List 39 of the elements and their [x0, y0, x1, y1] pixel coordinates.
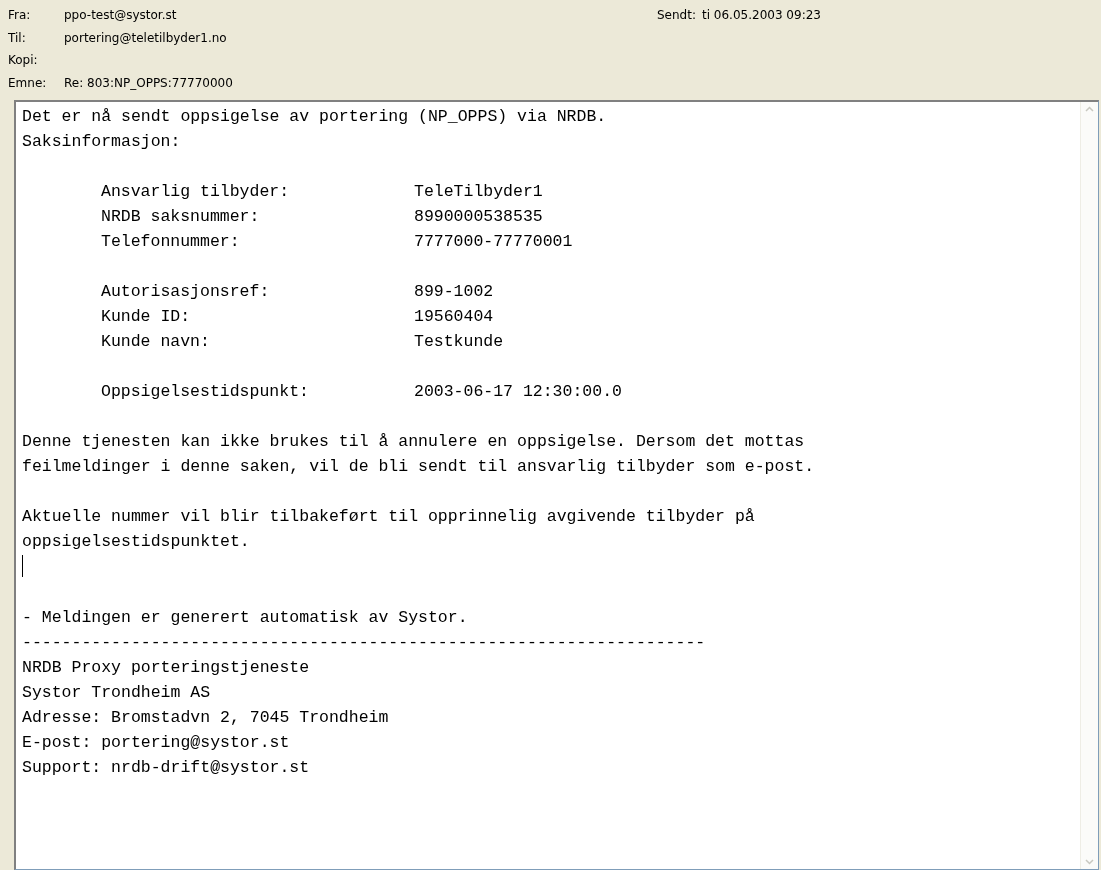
header-label: Emne: [8, 75, 48, 90]
header-label: Fra: [8, 8, 32, 23]
text-cursor [22, 555, 23, 577]
field-label: Kunde navn: [101, 331, 211, 353]
header-value: Re: 803:NP_OPPS:77770000 [64, 75, 233, 90]
signature-line: Adresse: Bromstadvn 2, 7045 Trondheim [22, 708, 389, 727]
header-value: portering@teletilbyder1.no [64, 30, 227, 45]
field-value: 19560404 [414, 306, 494, 328]
signature-line: E-post: portering@systor.st [22, 733, 290, 752]
signature-line: Support: nrdb-drift@systor.st [22, 758, 310, 777]
field-label: Oppsigelsestidspunkt: [101, 381, 310, 403]
header-value: ppo-test@systor.st [64, 8, 177, 23]
field-label: NRDB saksnummer: [101, 206, 261, 228]
separator-line: --------------------------------------------------------------------- [22, 633, 706, 652]
header-label: Til: [8, 30, 27, 45]
field-value: 7777000-77770001 [414, 231, 573, 253]
field-label: Ansvarlig tilbyder: [101, 181, 291, 203]
scroll-down-icon[interactable] [1085, 859, 1094, 865]
field-value: 8990000538535 [414, 206, 543, 228]
field-value: 2003-06-17 12:30:00.0 [414, 381, 622, 403]
field-value: Testkunde [414, 331, 504, 353]
field-label: Kunde ID: [101, 306, 192, 328]
header-label: Kopi: [8, 53, 39, 68]
sent-label: Sendt: [657, 8, 696, 23]
field-label: Telefonnummer: [101, 231, 241, 253]
field-value: 899-1002 [414, 281, 494, 303]
field-label: Autorisasjonsref: [101, 281, 271, 303]
body-text: Saksinformasjon: [22, 132, 181, 151]
sent-value: ti 06.05.2003 09:23 [702, 8, 821, 23]
body-text: Det er nå sendt oppsigelse av portering (NP_OPPS) via NRDB. [22, 107, 607, 126]
signature-line: NRDB Proxy porteringstjeneste [22, 658, 310, 677]
message-body[interactable] [14, 100, 1099, 870]
scrollbar[interactable] [1080, 102, 1098, 869]
scroll-up-icon[interactable] [1085, 106, 1094, 112]
signature-line: Systor Trondheim AS [22, 683, 211, 702]
body-paragraph: Denne tjenesten kan ikke brukes til å annulere en oppsigelse. Dersom det mottas feilmeldinger i denne saken, vil de bli sendt til ansvarlig tilbyder som e-post. [22, 431, 816, 478]
body-paragraph: Aktuelle nummer vil blir tilbakeført til opprinnelig avgivende tilbyder på oppsigelsestidspunktet. [22, 506, 756, 553]
body-text: - Meldingen er generert automatisk av Systor. [22, 608, 468, 627]
field-value: TeleTilbyder1 [414, 181, 543, 203]
